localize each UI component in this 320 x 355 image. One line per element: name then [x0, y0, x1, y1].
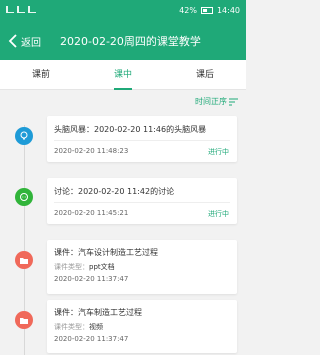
card-title: 头脑风暴：2020-02-20 11:46的头脑风暴 [54, 125, 207, 134]
status-badge: 进行中 [208, 210, 229, 218]
chevron-left-icon [8, 34, 17, 48]
course-type-value: ppt文档 [89, 263, 115, 271]
card-title: 讨论：2020-02-20 11:42的讨论 [54, 187, 175, 196]
chat-icon [20, 193, 28, 201]
tab-in-class[interactable]: 课中 [82, 60, 164, 90]
card-time: 2020-02-20 11:45:21 [54, 209, 129, 217]
back-label: 返回 [21, 37, 41, 49]
card-time: 2020-02-20 11:48:23 [54, 147, 129, 155]
course-type-label: 课件类型： [54, 323, 89, 331]
course-type-value: 视频 [89, 323, 103, 331]
folder-icon [20, 318, 28, 324]
course-node [15, 251, 33, 269]
card-divider [54, 140, 230, 141]
page-title: 2020-02-20周四的课堂教学 [60, 35, 201, 48]
tab-bar: 课前 课中 课后 [0, 60, 246, 90]
card-divider [54, 202, 230, 203]
signal-icon [17, 6, 25, 13]
card-subtitle: 课件类型：ppt文档 [54, 262, 115, 272]
tab-after-class[interactable]: 课后 [164, 60, 246, 90]
tab-before-class[interactable]: 课前 [0, 60, 82, 90]
card-title: 课件：汽车设计制造工艺过程 [54, 248, 158, 257]
card-subtitle: 课件类型：视频 [54, 322, 103, 332]
timeline-card-course[interactable]: 课件：汽车设计制造工艺过程 课件类型：ppt文档 2020-02-20 11:3… [47, 240, 237, 294]
sort-toggle[interactable]: 时间正序 [195, 96, 238, 107]
brainstorm-node [15, 127, 33, 145]
course-node [15, 311, 33, 329]
clock: 14:40 [216, 6, 240, 15]
back-button[interactable]: 返回 [8, 31, 41, 51]
battery-icon [200, 7, 213, 14]
timeline-card-discussion[interactable]: 讨论：2020-02-20 11:42的讨论 2020-02-20 11:45:… [47, 178, 237, 224]
card-time: 2020-02-20 11:37:47 [54, 275, 129, 283]
app-bar: 返回 2020-02-20周四的课堂教学 [0, 22, 246, 60]
wifi-icon [28, 6, 36, 13]
status-bar: 42% 14:40 [0, 0, 246, 22]
battery-percent: 42% [179, 6, 197, 15]
card-title: 课件：汽车制造工艺过程 [54, 308, 142, 317]
status-badge: 进行中 [208, 148, 229, 156]
card-time: 2020-02-20 11:37:47 [54, 335, 129, 343]
course-type-label: 课件类型： [54, 263, 89, 271]
sort-label: 时间正序 [195, 97, 227, 106]
discussion-node [15, 188, 33, 206]
timeline-card-course[interactable]: 课件：汽车制造工艺过程 课件类型：视频 2020-02-20 11:37:47 [47, 300, 237, 353]
sim-icon [6, 6, 14, 13]
timeline-card-brainstorm[interactable]: 头脑风暴：2020-02-20 11:46的头脑风暴 2020-02-20 11… [47, 116, 237, 162]
bulb-icon [20, 131, 28, 140]
sort-icon [229, 98, 238, 105]
folder-icon [20, 258, 28, 264]
